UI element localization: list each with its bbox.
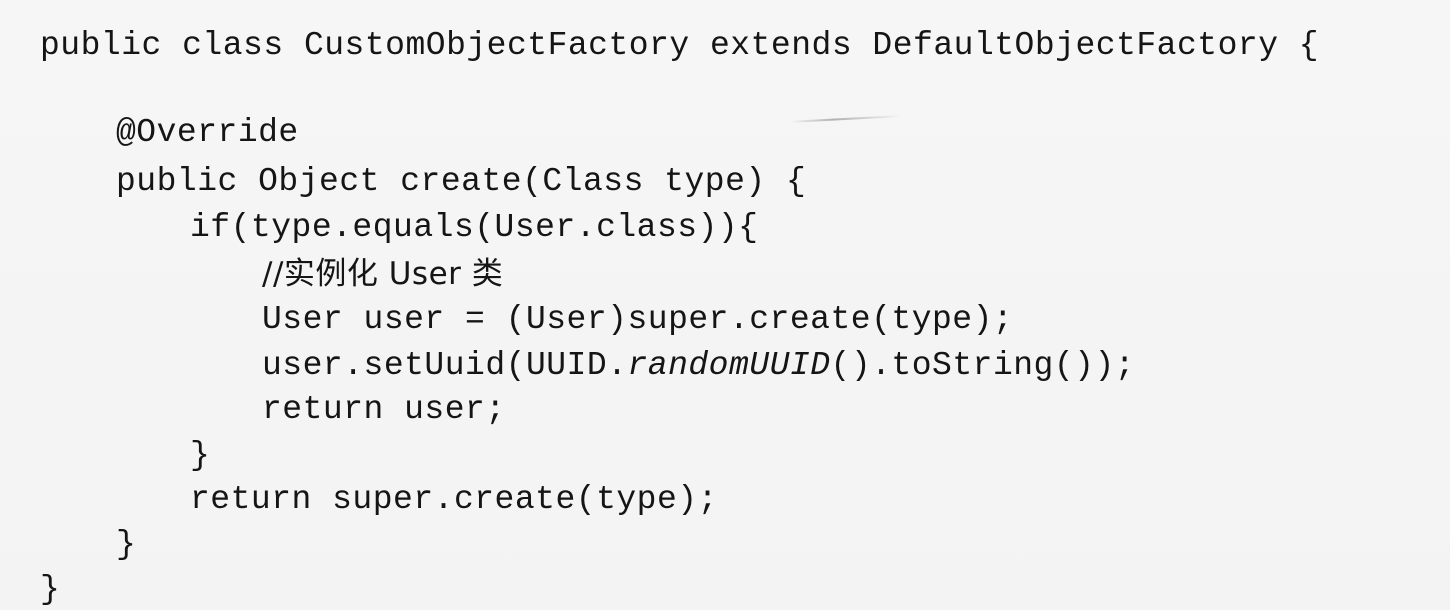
code-line-return-user: return user; — [262, 391, 506, 428]
set-uuid-suffix: ().toString()); — [830, 347, 1136, 384]
comment-text: //实例化 User 类 — [262, 256, 504, 292]
code-block: public class CustomObjectFactory extends… — [0, 0, 1450, 610]
code-line-class-declaration: public class CustomObjectFactory extends… — [40, 27, 1320, 64]
random-uuid-call: randomUUID — [627, 347, 831, 384]
code-line-set-uuid: user.setUuid(UUID.randomUUID().toString(… — [262, 346, 1135, 386]
code-line-method-signature: public Object create(Class type) { — [116, 163, 807, 200]
code-line-return-super: return super.create(type); — [190, 481, 718, 518]
code-line-user-cast: User user = (User)super.create(type); — [262, 301, 1014, 338]
code-line-class-close-brace: } — [40, 571, 61, 608]
code-line-comment: //实例化 User 类 — [262, 254, 503, 296]
code-line-if-close-brace: } — [190, 437, 211, 474]
code-line-method-close-brace: } — [116, 526, 137, 563]
set-uuid-prefix: user.setUuid(UUID. — [262, 347, 628, 384]
code-line-if-statement: if(type.equals(User.class)){ — [190, 209, 759, 246]
code-line-annotation: @Override — [116, 114, 299, 151]
